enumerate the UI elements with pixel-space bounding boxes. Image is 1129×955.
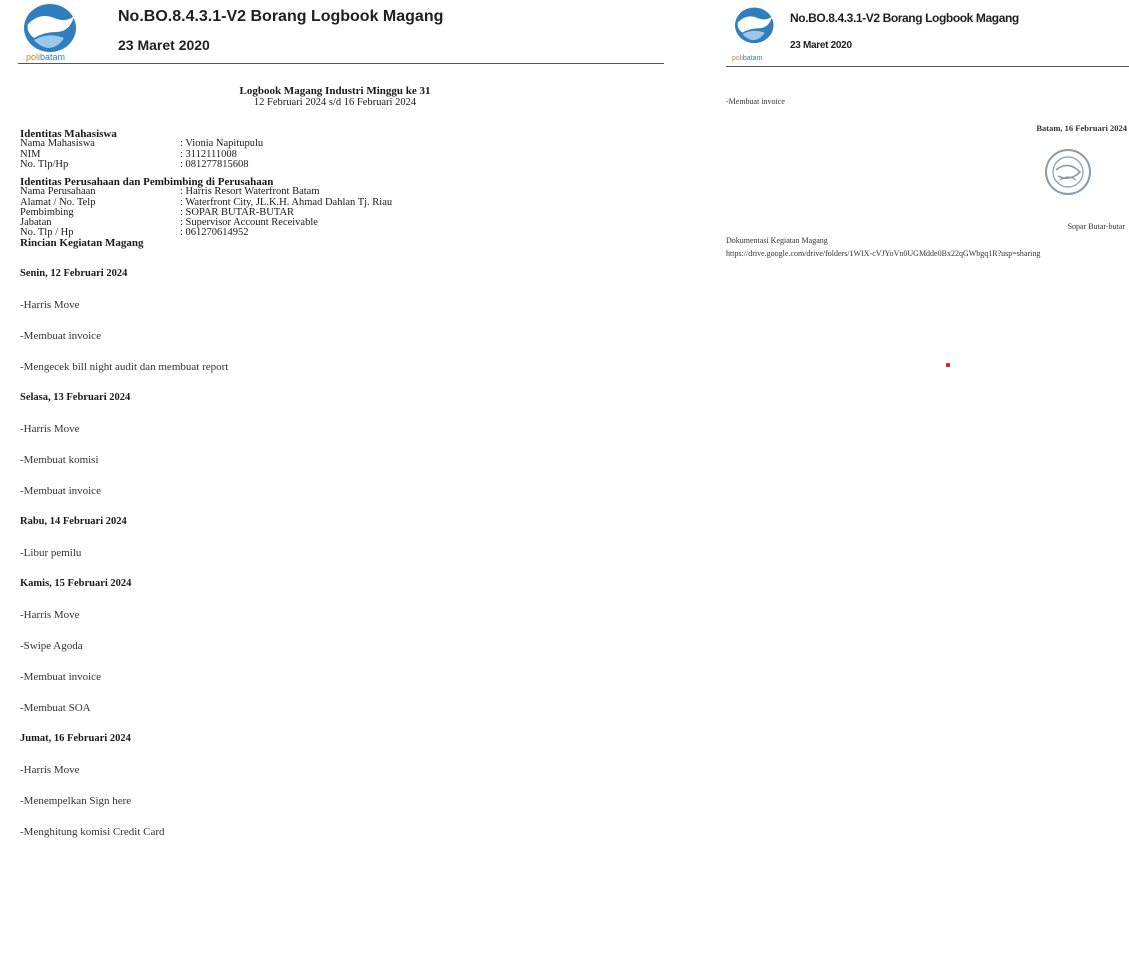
- activity-item: -Membuat invoice: [726, 97, 785, 106]
- company-identity-heading: Identitas Perusahaan dan Pembimbing di P…: [20, 176, 274, 188]
- student-row: Nama Mahasiswa : Vionia Napitupulu: [20, 138, 660, 150]
- company-row: Jabatan: Supervisor Account Receivable: [20, 217, 660, 229]
- field-value: : Supervisor Account Receivable: [180, 217, 318, 229]
- activity-item: -Membuat invoice: [20, 485, 101, 497]
- activities-heading: Rincian Kegiatan Magang: [20, 237, 144, 249]
- document-date: 23 Maret 2020: [118, 37, 210, 53]
- activity-item: -Harris Move: [20, 764, 80, 776]
- activity-item: -Harris Move: [20, 423, 80, 435]
- field-value: : 3112111008: [180, 148, 237, 160]
- activity-item: -Membuat SOA: [20, 702, 91, 714]
- student-row: NIM: 3112111008: [20, 148, 660, 160]
- documentation-link[interactable]: https://drive.google.com/drive/folders/1…: [726, 249, 1040, 258]
- field-value: : 061270614952: [180, 227, 249, 239]
- field-value: : Vionia Napitupulu: [180, 138, 264, 150]
- documentation-label: Dokumentasi Kegiatan Magang: [726, 236, 828, 245]
- signature-date: Batam, 16 Februari 2024: [1036, 123, 1127, 133]
- signer-name: Sopar Butar-butar: [1067, 222, 1125, 231]
- activity-item: -Menempelkan Sign here: [20, 795, 132, 807]
- activity-item: -Libur pemilu: [20, 547, 82, 559]
- header-divider: [18, 63, 664, 64]
- student-identity-section: Identitas Mahasiswa Nama Mahasiswa : Vion…: [20, 128, 660, 170]
- header-divider: [726, 66, 1129, 67]
- activity-item: -Harris Move: [20, 299, 80, 311]
- student-identity-heading: Identitas Mahasiswa: [20, 128, 117, 140]
- company-row: Pembimbing: SOPAR BUTAR-BUTAR: [20, 207, 660, 218]
- company-stamp: [1042, 146, 1094, 203]
- activity-item: -Swipe Agoda: [20, 640, 83, 652]
- document-date: 23 Maret 2020: [790, 40, 852, 51]
- logbook-page-2: polibatam No.BO.8.4.3.1-V2 Borang Logboo…: [718, 0, 1129, 400]
- activity-item: -Membuat komisi: [20, 454, 99, 466]
- polibatam-logo: [20, 2, 82, 56]
- activity-item: -Membuat invoice: [20, 671, 101, 683]
- field-label: No. Tlp/Hp: [20, 158, 69, 170]
- day-heading: Rabu, 14 Februari 2024: [20, 516, 127, 527]
- document-number: No.BO.8.4.3.1-V2 Borang Logbook Magang: [118, 8, 444, 25]
- field-label: Nama Mahasiswa: [20, 138, 95, 150]
- red-mark: [946, 363, 950, 367]
- activity-item: -Membuat invoice: [20, 330, 101, 342]
- document-number: No.BO.8.4.3.1-V2 Borang Logbook Magang: [790, 11, 1019, 25]
- company-identity-section: Identitas Perusahaan dan Pembimbing di P…: [20, 176, 660, 239]
- logbook-title: Logbook Magang Industri Minggu ke 31: [239, 85, 431, 97]
- day-heading: Jumat, 16 Februari 2024: [20, 733, 131, 744]
- logo-wordmark: polibatam: [732, 55, 763, 62]
- polibatam-logo: [732, 4, 778, 48]
- day-heading: Kamis, 15 Februari 2024: [20, 578, 132, 589]
- day-heading: Selasa, 13 Februari 2024: [20, 392, 131, 403]
- activity-item: -Harris Move: [20, 609, 80, 621]
- company-row: Alamat / No. Telp: Waterfront City, JL.K…: [20, 197, 660, 208]
- logbook-date-range: 12 Februari 2024 s/d 16 Februari 2024: [253, 97, 417, 108]
- logbook-page-1: polibatam No.BO.8.4.3.1-V2 Borang Logboo…: [0, 0, 670, 955]
- logo-wordmark: polibatam: [26, 52, 66, 62]
- activity-item: -Menghitung komisi Credit Card: [20, 826, 165, 838]
- field-value: : 081277815608: [180, 158, 249, 170]
- activity-item: -Mengecek bill night audit dan membuat r…: [20, 361, 229, 373]
- day-heading: Senin, 12 Februari 2024: [20, 268, 128, 279]
- student-row: No. Tlp/Hp : 081277815608: [20, 158, 660, 170]
